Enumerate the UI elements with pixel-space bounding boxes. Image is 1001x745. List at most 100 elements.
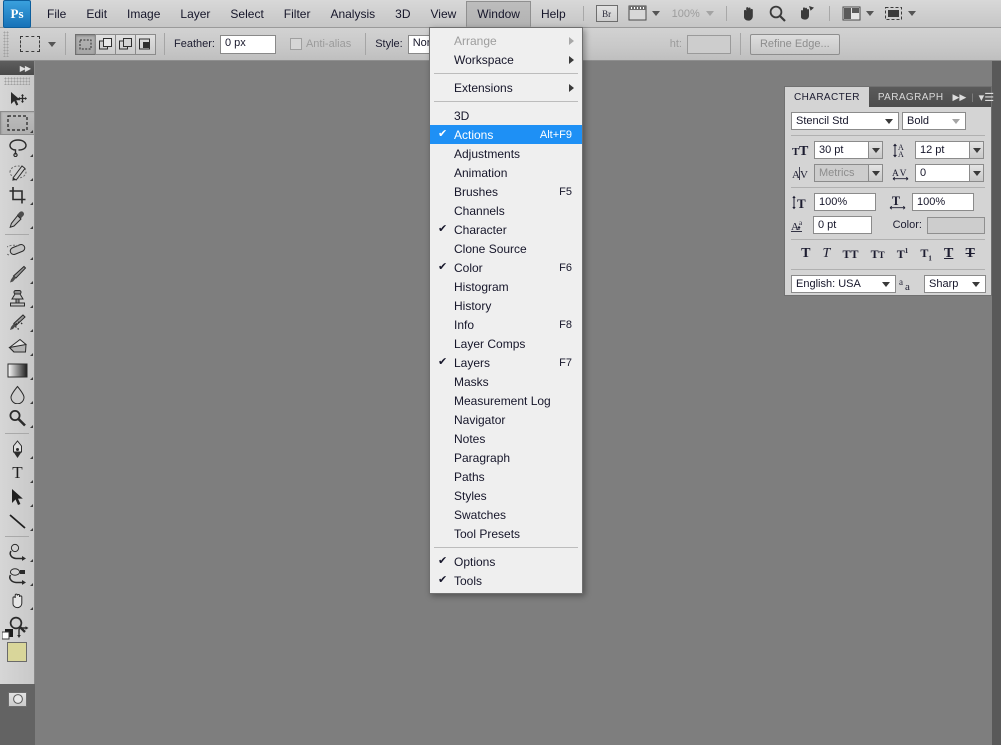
tool-blur[interactable] [0, 382, 35, 406]
window-menu-item-adjustments[interactable]: Adjustments [430, 144, 582, 163]
height-input[interactable] [686, 34, 731, 54]
faux-italic-button[interactable]: T [823, 246, 831, 262]
window-menu-item-options[interactable]: ✔ Options [430, 552, 582, 571]
window-menu-item-clone-source[interactable]: Clone Source [430, 239, 582, 258]
chevron-down-icon[interactable] [705, 11, 714, 16]
chevron-down-icon[interactable] [865, 11, 874, 16]
tool-brush[interactable] [0, 262, 35, 286]
window-menu-item-character[interactable]: ✔ Character [430, 220, 582, 239]
window-menu-item-3d[interactable]: 3D [430, 106, 582, 125]
window-menu-item-tool-presets[interactable]: Tool Presets [430, 524, 582, 543]
window-menu-item-animation[interactable]: Animation [430, 163, 582, 182]
font-size-stepper[interactable] [868, 141, 883, 159]
tools-panel-grip[interactable] [4, 77, 30, 85]
tool-lasso[interactable] [0, 135, 35, 159]
superscript-button[interactable]: T1 [897, 247, 909, 262]
tab-character[interactable]: CHARACTER [785, 87, 869, 107]
tool-eraser[interactable] [0, 334, 35, 358]
window-menu-item-masks[interactable]: Masks [430, 372, 582, 391]
menu-help[interactable]: Help [531, 0, 576, 27]
menu-edit[interactable]: Edit [76, 0, 117, 27]
zoom-tool-button[interactable] [763, 0, 792, 27]
menu-file[interactable]: File [37, 0, 76, 27]
tool-clone-stamp[interactable] [0, 286, 35, 310]
menu-select[interactable]: Select [220, 0, 273, 27]
menu-filter[interactable]: Filter [274, 0, 321, 27]
tool-hand[interactable] [0, 588, 35, 612]
window-menu-item-navigator[interactable]: Navigator [430, 410, 582, 429]
window-menu-item-extensions[interactable]: Extensions [430, 78, 582, 97]
menu-window[interactable]: Window [466, 1, 531, 27]
rotate-view-tool-button[interactable] [792, 0, 822, 27]
menu-analysis[interactable]: Analysis [320, 0, 385, 27]
font-style-chevron-icon[interactable] [948, 112, 964, 130]
small-caps-button[interactable]: TT [871, 247, 885, 262]
window-menu-item-paths[interactable]: Paths [430, 467, 582, 486]
menu-3d[interactable]: 3D [385, 0, 420, 27]
tool-line[interactable] [0, 509, 35, 533]
tool-gradient[interactable] [0, 358, 35, 382]
window-menu-item-tools[interactable]: ✔ Tools [430, 571, 582, 590]
add-to-selection-button[interactable] [95, 33, 116, 55]
tool-pen[interactable] [0, 437, 35, 461]
underline-button[interactable]: T [944, 246, 953, 262]
tool-move[interactable] [0, 87, 35, 111]
anti-alias-checkbox-group[interactable]: Anti-alias [289, 38, 356, 50]
tool-preset-chevron-icon[interactable] [48, 41, 56, 47]
screen-mode-button[interactable] [879, 0, 921, 27]
kerning-stepper[interactable] [868, 164, 883, 182]
horizontal-scale-input[interactable]: 100% [912, 193, 974, 211]
window-menu-item-paragraph[interactable]: Paragraph [430, 448, 582, 467]
window-menu-item-layers[interactable]: ✔ Layers F7 [430, 353, 582, 372]
tool-eyedropper[interactable] [0, 207, 35, 231]
subscript-button[interactable]: T1 [920, 246, 932, 262]
vertical-scale-input[interactable]: 100% [814, 193, 876, 211]
font-size-input[interactable]: 30 pt [814, 141, 869, 159]
window-menu-item-notes[interactable]: Notes [430, 429, 582, 448]
tracking-stepper[interactable] [969, 164, 984, 182]
font-family-chevron-icon[interactable] [881, 112, 897, 130]
tool-dodge[interactable] [0, 406, 35, 430]
window-menu-item-color[interactable]: ✔ Color F6 [430, 258, 582, 277]
arrange-documents-button[interactable] [837, 0, 879, 27]
window-menu-item-actions[interactable]: ✔ Actions Alt+F9 [430, 125, 582, 144]
tool-quick-selection[interactable] [0, 159, 35, 183]
text-color-swatch[interactable] [926, 216, 985, 234]
window-menu-item-channels[interactable]: Channels [430, 201, 582, 220]
menu-layer[interactable]: Layer [170, 0, 220, 27]
subtract-from-selection-button[interactable] [115, 33, 136, 55]
baseline-shift-input[interactable]: 0 pt [813, 216, 872, 234]
feather-input[interactable]: 0 px [219, 34, 276, 54]
foreground-color-swatch[interactable] [7, 642, 27, 662]
tool-3d-rotate[interactable] [0, 540, 35, 564]
window-menu-item-workspace[interactable]: Workspace [430, 50, 582, 69]
launch-bridge-button[interactable]: Br [591, 0, 623, 27]
zoom-level-display[interactable]: 100% [665, 0, 719, 27]
leading-stepper[interactable] [969, 141, 984, 159]
window-menu-item-brushes[interactable]: Brushes F5 [430, 182, 582, 201]
tab-paragraph[interactable]: PARAGRAPH [869, 87, 953, 107]
options-bar-grip[interactable] [3, 31, 9, 57]
window-menu-item-layer-comps[interactable]: Layer Comps [430, 334, 582, 353]
intersect-selection-button[interactable] [135, 33, 156, 55]
window-menu-item-swatches[interactable]: Swatches [430, 505, 582, 524]
tool-healing-brush[interactable] [0, 238, 35, 262]
tool-horizontal-type[interactable]: T [0, 461, 35, 485]
quick-mask-toggle[interactable] [0, 688, 35, 710]
strikethrough-button[interactable]: T [966, 246, 975, 262]
tools-panel-collapse-button[interactable]: ▶▶ [0, 61, 34, 75]
window-menu-item-measurement-log[interactable]: Measurement Log [430, 391, 582, 410]
menu-view[interactable]: View [420, 0, 466, 27]
faux-bold-button[interactable]: T [801, 246, 810, 262]
tool-3d-orbit[interactable] [0, 564, 35, 588]
panel-menu-icon[interactable]: ▾☰ [979, 91, 994, 104]
new-selection-button[interactable] [75, 33, 96, 55]
chevron-down-icon[interactable] [907, 11, 916, 16]
language-chevron-icon[interactable] [878, 275, 894, 293]
tool-crop[interactable] [0, 183, 35, 207]
all-caps-button[interactable]: TT [842, 247, 858, 262]
leading-input[interactable]: 12 pt [915, 141, 970, 159]
anti-alias-checkbox[interactable] [289, 38, 302, 50]
window-menu-item-history[interactable]: History [430, 296, 582, 315]
tracking-input[interactable]: 0 [915, 164, 970, 182]
